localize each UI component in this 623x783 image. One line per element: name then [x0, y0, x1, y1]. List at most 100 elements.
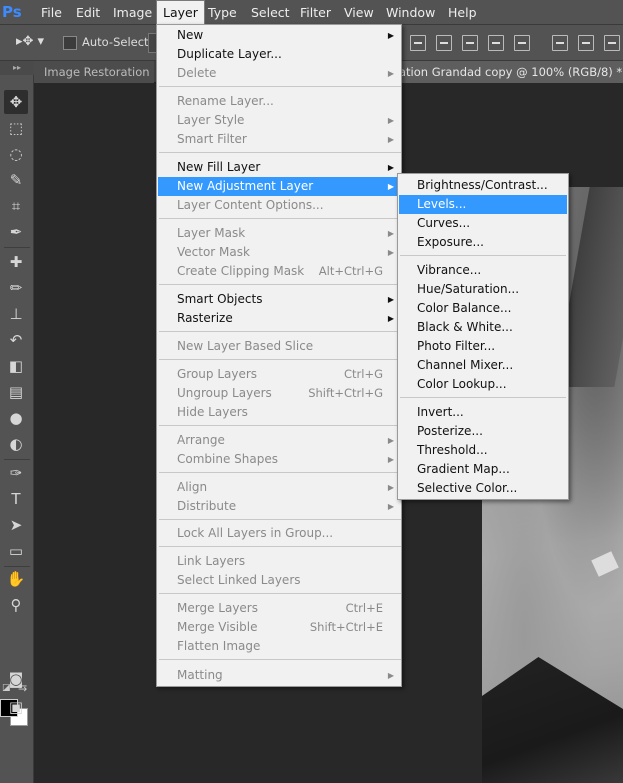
- submenu-arrow-icon: ▶: [387, 116, 394, 125]
- screen-mode-icon[interactable]: ▣: [4, 695, 28, 719]
- menu-item-ungroup-layers[interactable]: Ungroup Layers Shift+Ctrl+G: [158, 384, 401, 403]
- path-selection-tool-icon[interactable]: ➤: [4, 513, 28, 537]
- zoom-tool-icon[interactable]: ⚲: [4, 593, 28, 617]
- history-brush-tool-icon[interactable]: ↶: [4, 328, 28, 352]
- submenu-item-color-lookup[interactable]: Color Lookup...: [399, 375, 567, 394]
- eraser-tool-icon[interactable]: ◧: [4, 354, 28, 378]
- menu-item-new-adjustment-layer[interactable]: New Adjustment Layer ▶: [158, 177, 401, 196]
- quick-mask-icon[interactable]: ◙: [4, 667, 28, 691]
- layer-menu-dropdown: New ▶ Duplicate Layer... Delete ▶ Rename L…: [156, 24, 402, 687]
- submenu-item-invert[interactable]: Invert...: [399, 403, 567, 422]
- submenu-item-gradient-map[interactable]: Gradient Map...: [399, 460, 567, 479]
- distribute-icon[interactable]: [552, 35, 568, 51]
- menu-file[interactable]: File: [35, 0, 68, 25]
- submenu-item-color-balance[interactable]: Color Balance...: [399, 299, 567, 318]
- panel-grip-icon[interactable]: ▸▸: [0, 61, 34, 75]
- toolbar-divider: [4, 247, 30, 248]
- menu-item-smart-filter[interactable]: Smart Filter ▶: [158, 130, 401, 149]
- shortcut-label: Shift+Ctrl+G: [308, 386, 383, 400]
- menu-item-lock-all-layers[interactable]: Lock All Layers in Group...: [158, 524, 401, 543]
- menu-select[interactable]: Select: [245, 0, 296, 25]
- submenu-item-black-white[interactable]: Black & White...: [399, 318, 567, 337]
- submenu-item-posterize[interactable]: Posterize...: [399, 422, 567, 441]
- submenu-item-threshold[interactable]: Threshold...: [399, 441, 567, 460]
- menu-item-new-layer-based-slice[interactable]: New Layer Based Slice: [158, 337, 401, 356]
- submenu-item-selective-color[interactable]: Selective Color...: [399, 479, 567, 498]
- align-icon[interactable]: [514, 35, 530, 51]
- submenu-item-vibrance[interactable]: Vibrance...: [399, 261, 567, 280]
- menu-item-create-clipping-mask[interactable]: Create Clipping Mask Alt+Ctrl+G: [158, 262, 401, 281]
- menu-item-smart-objects[interactable]: Smart Objects ▶: [158, 290, 401, 309]
- menu-item-new-fill-layer[interactable]: New Fill Layer ▶: [158, 158, 401, 177]
- menu-item-arrange[interactable]: Arrange ▶: [158, 431, 401, 450]
- menu-item-vector-mask[interactable]: Vector Mask ▶: [158, 243, 401, 262]
- menu-item-layer-mask[interactable]: Layer Mask ▶: [158, 224, 401, 243]
- menu-item-hide-layers[interactable]: Hide Layers: [158, 403, 401, 422]
- pen-tool-icon[interactable]: ✑: [4, 461, 28, 485]
- menu-item-combine-shapes[interactable]: Combine Shapes ▶: [158, 450, 401, 469]
- align-icon[interactable]: [410, 35, 426, 51]
- submenu-item-brightness-contrast[interactable]: Brightness/Contrast...: [399, 176, 567, 195]
- menu-layer[interactable]: Layer: [156, 0, 205, 25]
- clone-stamp-tool-icon[interactable]: ⊥: [4, 302, 28, 326]
- menu-item-flatten-image[interactable]: Flatten Image: [158, 637, 401, 656]
- menu-image[interactable]: Image: [107, 0, 158, 25]
- crop-tool-icon[interactable]: ⌗: [4, 194, 28, 218]
- align-icon[interactable]: [488, 35, 504, 51]
- menu-item-layer-style[interactable]: Layer Style ▶: [158, 111, 401, 130]
- menu-item-rasterize[interactable]: Rasterize ▶: [158, 309, 401, 328]
- menu-item-rename-layer[interactable]: Rename Layer...: [158, 92, 401, 111]
- rectangle-tool-icon[interactable]: ▭: [4, 539, 28, 563]
- menu-item-new[interactable]: New ▶: [158, 26, 401, 45]
- menu-filter[interactable]: Filter: [294, 0, 337, 25]
- distribute-icon[interactable]: [604, 35, 620, 51]
- menu-edit[interactable]: Edit: [70, 0, 106, 25]
- shortcut-label: Ctrl+G: [343, 367, 383, 381]
- type-tool-icon[interactable]: T: [4, 487, 28, 511]
- submenu-item-hue-saturation[interactable]: Hue/Saturation...: [399, 280, 567, 299]
- submenu-item-channel-mixer[interactable]: Channel Mixer...: [399, 356, 567, 375]
- menu-type[interactable]: Type: [202, 0, 243, 25]
- menu-window[interactable]: Window: [380, 0, 441, 25]
- quick-selection-tool-icon[interactable]: ✎: [4, 168, 28, 192]
- submenu-item-exposure[interactable]: Exposure...: [399, 233, 567, 252]
- align-icon[interactable]: [436, 35, 452, 51]
- brush-tool-icon[interactable]: ✏: [4, 276, 28, 300]
- healing-brush-tool-icon[interactable]: ✚: [4, 250, 28, 274]
- hand-tool-icon[interactable]: ✋: [4, 567, 28, 591]
- lasso-tool-icon[interactable]: ◌: [4, 142, 28, 166]
- distribute-icon[interactable]: [578, 35, 594, 51]
- blur-tool-icon[interactable]: ●: [4, 406, 28, 430]
- move-tool-preset-icon[interactable]: ▸✥ ▾: [16, 34, 52, 52]
- menu-separator: [159, 659, 401, 660]
- menu-item-matting[interactable]: Matting ▶: [158, 666, 401, 685]
- submenu-item-photo-filter[interactable]: Photo Filter...: [399, 337, 567, 356]
- document-tab[interactable]: Image Restoration Gr: [34, 61, 154, 83]
- submenu-item-curves[interactable]: Curves...: [399, 214, 567, 233]
- submenu-item-levels[interactable]: Levels...: [399, 195, 567, 214]
- menu-item-distribute[interactable]: Distribute ▶: [158, 497, 401, 516]
- menu-item-group-layers[interactable]: Group Layers Ctrl+G: [158, 365, 401, 384]
- menu-item-align[interactable]: Align ▶: [158, 478, 401, 497]
- align-icon[interactable]: [462, 35, 478, 51]
- menu-item-delete[interactable]: Delete ▶: [158, 64, 401, 83]
- move-tool-icon[interactable]: ✥: [4, 90, 28, 114]
- menu-item-duplicate-layer[interactable]: Duplicate Layer...: [158, 45, 401, 64]
- menu-item-merge-layers[interactable]: Merge Layers Ctrl+E: [158, 599, 401, 618]
- submenu-arrow-icon: ▶: [387, 135, 394, 144]
- dodge-tool-icon[interactable]: ◐: [4, 432, 28, 456]
- menu-item-select-linked-layers[interactable]: Select Linked Layers: [158, 571, 401, 590]
- submenu-arrow-icon: ▶: [387, 455, 394, 464]
- document-tab-active[interactable]: ation Grandad copy @ 100% (RGB/8) *: [399, 61, 623, 83]
- marquee-tool-icon[interactable]: ⬚: [4, 116, 28, 140]
- menu-item-layer-content-options[interactable]: Layer Content Options...: [158, 196, 401, 215]
- auto-select-checkbox[interactable]: [63, 36, 77, 50]
- eyedropper-tool-icon[interactable]: ✒: [4, 220, 28, 244]
- menu-help[interactable]: Help: [442, 0, 483, 25]
- menu-separator: [159, 519, 401, 520]
- gradient-tool-icon[interactable]: ▤: [4, 380, 28, 404]
- menu-view[interactable]: View: [338, 0, 380, 25]
- menu-bar: Ps File Edit Image Layer Type Select Fil…: [0, 0, 623, 25]
- menu-item-merge-visible[interactable]: Merge Visible Shift+Ctrl+E: [158, 618, 401, 637]
- menu-item-link-layers[interactable]: Link Layers: [158, 552, 401, 571]
